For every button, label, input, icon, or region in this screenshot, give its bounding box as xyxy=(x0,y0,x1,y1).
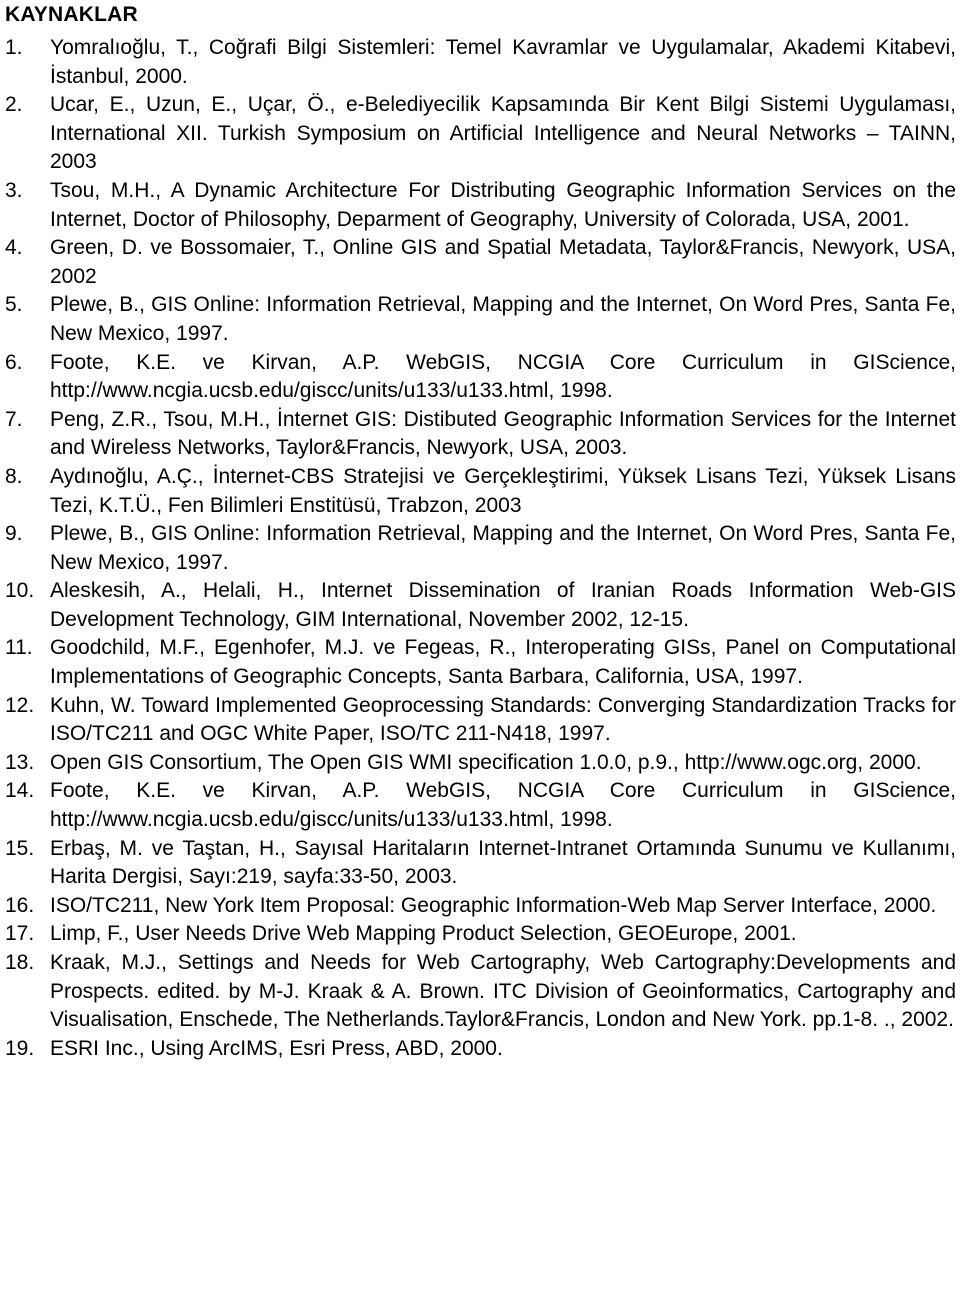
reference-text: Aydınoğlu, A.Ç., İnternet-CBS Stratejisi… xyxy=(50,464,956,517)
reference-text: Kraak, M.J., Settings and Needs for Web … xyxy=(50,951,956,1032)
reference-text: Tsou, M.H., A Dynamic Architecture For D… xyxy=(50,178,956,231)
reference-entry: 10. Aleskesih, A., Helali, H., Internet D… xyxy=(5,577,956,634)
reference-text: Yomralıoğlu, T., Coğrafi Bilgi Sistemler… xyxy=(50,36,956,88)
reference-number: 15. xyxy=(5,836,35,860)
reference-number: 2. xyxy=(5,93,23,117)
reference-number: 12. xyxy=(5,693,35,717)
reference-text: Plewe, B., GIS Online: Information Retri… xyxy=(50,522,956,574)
reference-entry: 5. Plewe, B., GIS Online: Information Ret… xyxy=(5,291,956,348)
reference-text: Plewe, B., GIS Online: Information Retri… xyxy=(50,293,956,345)
reference-text: Goodchild, M.F., Egenhofer, M.J. ve Fege… xyxy=(50,636,956,689)
reference-text: Green, D. ve Bossomaier, T., Online GIS … xyxy=(50,236,956,288)
reference-entry: 9. Plewe, B., GIS Online: Information Ret… xyxy=(5,520,956,577)
reference-entry: 6. Foote, K.E. ve Kirvan, A.P. WebGIS, NC… xyxy=(5,349,956,406)
reference-text: ESRI Inc., Using ArcIMS, Esri Press, ABD… xyxy=(50,1036,503,1060)
reference-entry: 15. Erbaş, M. ve Taştan, H., Sayısal Hari… xyxy=(5,835,956,892)
reference-text: Limp, F., User Needs Drive Web Mapping P… xyxy=(50,922,797,946)
reference-text: Erbaş, M. ve Taştan, H., Sayısal Harital… xyxy=(50,836,956,889)
reference-entry: 13. Open GIS Consortium, The Open GIS WMI… xyxy=(5,749,956,778)
reference-entry: 17. Limp, F., User Needs Drive Web Mappin… xyxy=(5,920,956,949)
reference-text: Foote, K.E. ve Kirvan, A.P. WebGIS, NCGI… xyxy=(50,350,956,403)
reference-entry: 3. Tsou, M.H., A Dynamic Architecture For… xyxy=(5,177,956,234)
reference-text: Open GIS Consortium, The Open GIS WMI sp… xyxy=(50,750,922,774)
reference-text: Foote, K.E. ve Kirvan, A.P. WebGIS, NCGI… xyxy=(50,779,956,832)
page-title: KAYNAKLAR xyxy=(5,3,138,26)
reference-number: 7. xyxy=(5,407,23,431)
reference-text: Peng, Z.R., Tsou, M.H., İnternet GIS: Di… xyxy=(50,407,956,460)
reference-number: 16. xyxy=(5,893,35,917)
reference-text: Kuhn, W. Toward Implemented Geoprocessin… xyxy=(50,693,956,746)
reference-entry: 2. Ucar, E., Uzun, E., Uçar, Ö., e-Beledi… xyxy=(5,91,956,177)
reference-number: 14. xyxy=(5,779,35,803)
reference-number: 17. xyxy=(5,922,35,946)
references-list: 1. Yomralıoğlu, T., Coğrafi Bilgi Sisteml… xyxy=(5,34,956,1063)
reference-entry: 12. Kuhn, W. Toward Implemented Geoproces… xyxy=(5,692,956,749)
reference-entry: 18. Kraak, M.J., Settings and Needs for W… xyxy=(5,949,956,1035)
reference-number: 19. xyxy=(5,1036,35,1060)
reference-text: ISO/TC211, New York Item Proposal: Geogr… xyxy=(50,893,937,917)
reference-number: 11. xyxy=(5,636,33,660)
reference-number: 3. xyxy=(5,178,23,202)
reference-text: Ucar, E., Uzun, E., Uçar, Ö., e-Belediye… xyxy=(50,93,956,174)
reference-number: 9. xyxy=(5,522,23,546)
reference-entry: 8. Aydınoğlu, A.Ç., İnternet-CBS Strateji… xyxy=(5,463,956,520)
reference-entry: 7. Peng, Z.R., Tsou, M.H., İnternet GIS: … xyxy=(5,406,956,463)
reference-number: 18. xyxy=(5,951,35,974)
reference-number: 10. xyxy=(5,579,35,603)
reference-number: 5. xyxy=(5,293,23,317)
reference-entry: 4. Green, D. ve Bossomaier, T., Online GI… xyxy=(5,234,956,291)
reference-entry: 11. Goodchild, M.F., Egenhofer, M.J. ve F… xyxy=(5,634,956,691)
reference-number: 4. xyxy=(5,236,23,260)
document-page: KAYNAKLAR 1. Yomralıoğlu, T., Coğrafi Bil… xyxy=(0,0,960,1293)
reference-entry: 14. Foote, K.E. ve Kirvan, A.P. WebGIS, N… xyxy=(5,777,956,834)
reference-entry: 19. ESRI Inc., Using ArcIMS, Esri Press, … xyxy=(5,1035,956,1064)
reference-number: 13. xyxy=(5,750,35,774)
reference-entry: 1. Yomralıoğlu, T., Coğrafi Bilgi Sisteml… xyxy=(5,34,956,91)
reference-number: 6. xyxy=(5,350,23,374)
reference-number: 1. xyxy=(5,36,23,59)
reference-text: Aleskesih, A., Helali, H., Internet Diss… xyxy=(50,579,956,631)
reference-number: 8. xyxy=(5,464,23,488)
reference-entry: 16. ISO/TC211, New York Item Proposal: Ge… xyxy=(5,892,956,921)
